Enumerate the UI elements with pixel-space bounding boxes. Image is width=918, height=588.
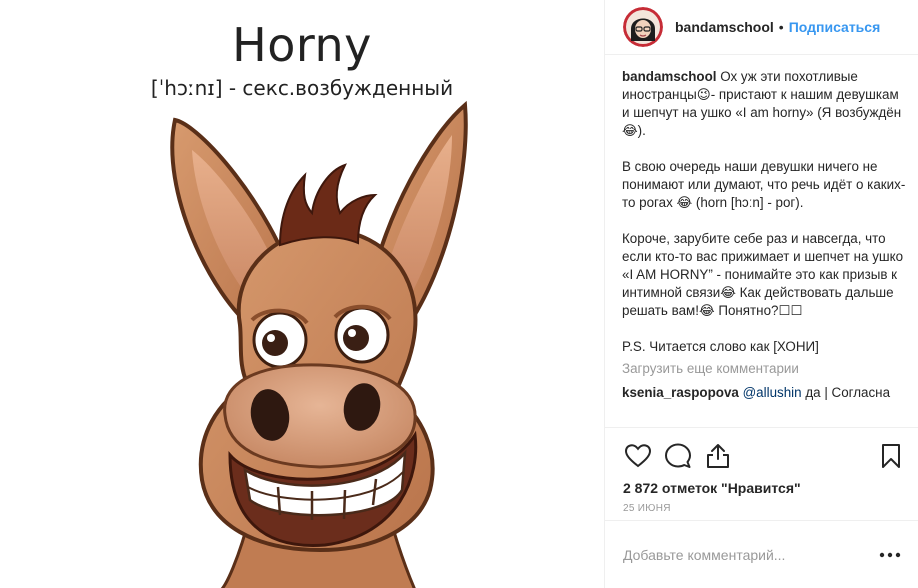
post-image[interactable]: Horny [ˈhɔːnɪ] - секс.возбужденный: [0, 0, 604, 588]
post-header: bandamschool • Подписаться: [605, 0, 918, 55]
post-sidebar: bandamschool • Подписаться bandamschool …: [604, 0, 918, 588]
comment-username[interactable]: ksenia_raspopova: [622, 385, 739, 400]
avatar-image: [623, 7, 663, 47]
add-comment-bar: [605, 520, 918, 588]
comment-button[interactable]: [661, 439, 695, 473]
avatar[interactable]: [623, 7, 663, 47]
comments-list[interactable]: bandamschool Ох уж эти похотливые иностр…: [622, 68, 906, 426]
bookmark-icon: [882, 444, 900, 468]
comment-mention[interactable]: @allushin: [743, 385, 802, 400]
comment-text: да | Согласна: [805, 385, 891, 400]
follow-button[interactable]: Подписаться: [789, 19, 881, 35]
comment-item: ksenia_raspopova @allushin да | Согласна: [622, 384, 906, 402]
donkey-illustration: [170, 100, 468, 588]
share-button[interactable]: [701, 439, 735, 473]
header-separator: •: [778, 19, 784, 35]
header-username[interactable]: bandamschool: [675, 19, 774, 35]
caption-paragraph: bandamschool Ох уж эти похотливые иностр…: [622, 68, 906, 140]
more-options-button[interactable]: [878, 543, 902, 567]
comment-icon: [665, 443, 691, 468]
action-bar: [605, 434, 918, 472]
post-date[interactable]: 25 июня: [605, 503, 918, 514]
share-icon: [707, 444, 729, 468]
load-more-comments-button[interactable]: Загрузить еще комментарии: [622, 360, 906, 378]
caption-paragraph: Короче, зарубите себе раз и навсегда, чт…: [622, 231, 904, 318]
caption-paragraph: P.S. Читается слово как [ХОНИ]: [622, 339, 819, 354]
heart-icon: [625, 444, 651, 468]
add-comment-input[interactable]: [623, 546, 878, 563]
more-options-icon: [879, 552, 901, 557]
post-actions: 2 872 отметок "Нравится" 25 июня: [605, 427, 918, 514]
caption-username[interactable]: bandamschool: [622, 69, 717, 84]
caption-paragraph: В свою очередь наши девушки ничего не по…: [622, 159, 906, 210]
like-button[interactable]: [621, 439, 655, 473]
image-title: Horny: [232, 18, 372, 72]
caption: bandamschool Ох уж эти похотливые иностр…: [622, 68, 906, 356]
instagram-post: Horny [ˈhɔːnɪ] - секс.возбужденный banda…: [0, 0, 918, 588]
save-button[interactable]: [874, 439, 908, 473]
likes-count[interactable]: 2 872 отметок "Нравится": [605, 480, 918, 496]
